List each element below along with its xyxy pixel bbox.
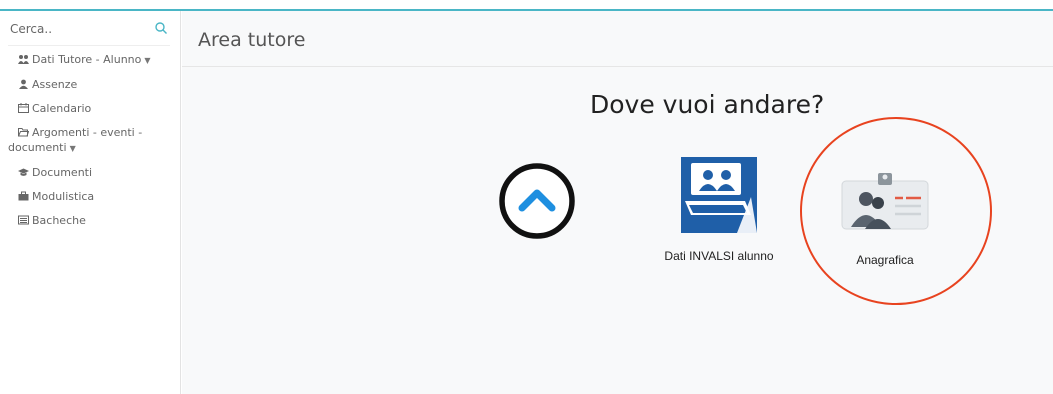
sidebar-item-label-line2: documenti [8,141,67,154]
search-icon[interactable] [154,21,168,35]
briefcase-icon [18,191,29,201]
top-accent-bar [0,0,1053,11]
sidebar-item-label: Documenti [32,166,93,179]
caret-down-icon: ▼ [69,144,76,153]
highlight-circle [800,117,992,305]
tile-label: Dati INVALSI alunno [664,249,774,263]
sidebar-item-calendario[interactable]: Calendario [0,97,180,121]
list-alt-icon [18,215,29,225]
sidebar: Dati Tutore - Alunno▼ Assenze Calendario… [0,11,181,394]
page-title: Area tutore [198,29,306,51]
sidebar-item-documenti[interactable]: Documenti [0,161,180,185]
tile-dati-invalsi[interactable]: Dati INVALSI alunno [664,157,774,263]
sidebar-item-label: Bacheche [32,214,86,227]
sidebar-item-dati-tutore[interactable]: Dati Tutore - Alunno ▼ [0,46,180,73]
users-icon [18,55,29,64]
search-input[interactable] [8,17,150,39]
folder-open-icon [18,128,29,137]
sidebar-item-label: Dati Tutore - Alunno [32,53,142,66]
graduation-cap-icon [18,168,29,176]
sidebar-item-bacheche[interactable]: Bacheche [0,209,180,233]
sidebar-item-label: Assenze [32,78,78,91]
sidebar-item-modulistica[interactable]: Modulistica [0,185,180,209]
sidebar-item-label-line1: Argomenti - eventi - [32,126,143,139]
question-heading: Dove vuoi andare? [590,90,825,119]
page-header: Area tutore [182,11,1053,67]
calendar-icon [18,103,29,113]
sidebar-item-argomenti[interactable]: Argomenti - eventi - documenti ▼ [0,121,180,161]
sidebar-nav: Dati Tutore - Alunno ▼ Assenze Calendario… [0,46,180,233]
search-box [8,17,170,46]
user-icon [19,79,28,89]
invalsi-classroom-icon [681,157,757,233]
chevron-up-circle-icon[interactable] [497,161,577,241]
sidebar-item-label: Calendario [32,102,92,115]
caret-down-icon: ▼ [144,56,151,65]
sidebar-item-assenze[interactable]: Assenze [0,73,180,97]
main-area: Area tutore Dove vuoi andare? Dati INVAL… [182,11,1053,394]
sidebar-item-label: Modulistica [32,190,95,203]
